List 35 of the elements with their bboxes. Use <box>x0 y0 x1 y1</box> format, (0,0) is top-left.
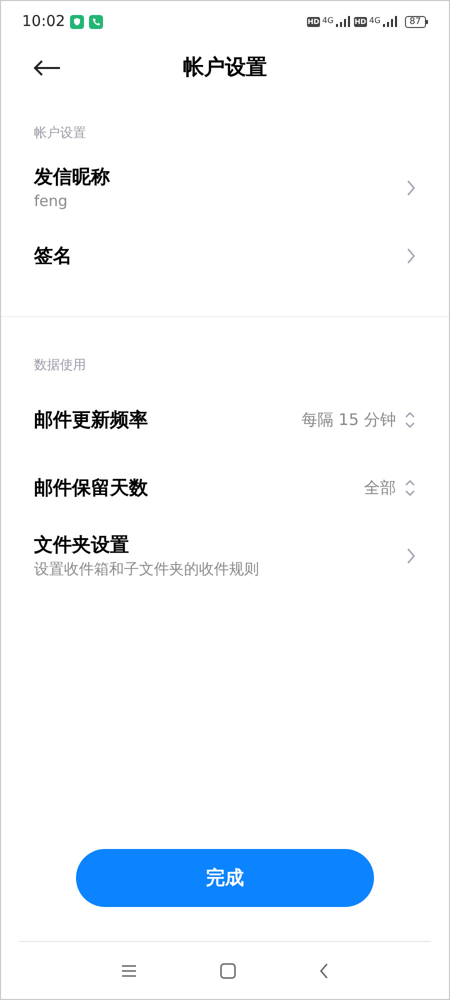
chevron-right-icon <box>406 179 416 197</box>
row-label: 邮件保留天数 <box>34 476 148 501</box>
menu-icon[interactable] <box>120 964 137 978</box>
network-label: 4G <box>369 16 381 26</box>
status-time: 10:02 <box>22 11 66 32</box>
signal-icon <box>382 16 397 27</box>
back-arrow-icon[interactable] <box>33 60 61 76</box>
settings-row[interactable]: 邮件保留天数 全部 <box>1 454 449 522</box>
row-subtitle: 设置收件箱和子文件夹的收件规则 <box>34 559 259 580</box>
battery-icon: 87 <box>404 16 428 28</box>
chevron-right-icon <box>406 247 416 265</box>
settings-row[interactable]: 文件夹设置 设置收件箱和子文件夹的收件规则 <box>1 522 449 590</box>
settings-row[interactable]: 发信昵称 feng <box>1 154 449 222</box>
phone-icon <box>89 14 104 28</box>
row-subtitle: feng <box>34 191 69 212</box>
settings-row[interactable]: 签名 <box>1 222 449 290</box>
home-icon[interactable] <box>220 962 236 978</box>
signal-icon <box>336 16 350 27</box>
row-label: 签名 <box>34 244 72 269</box>
section-header: 数据使用 <box>34 358 86 373</box>
row-value: 全部 <box>364 477 396 499</box>
up-down-icon <box>404 478 416 498</box>
done-button[interactable]: 完成 <box>76 849 374 907</box>
network-label: 4G <box>322 16 334 26</box>
chevron-right-icon <box>406 547 416 565</box>
shield-icon <box>70 14 84 28</box>
row-value: 每隔 15 分钟 <box>301 409 396 431</box>
row-label: 文件夹设置 <box>34 533 130 558</box>
row-label: 发信昵称 <box>34 165 110 190</box>
back-icon[interactable] <box>319 962 330 978</box>
up-down-icon <box>404 410 416 430</box>
settings-row[interactable]: 邮件更新频率 每隔 15 分钟 <box>1 386 449 454</box>
section-header: 帐户设置 <box>34 126 86 141</box>
page-title: 帐户设置 <box>183 54 267 82</box>
row-label: 邮件更新频率 <box>34 408 148 433</box>
